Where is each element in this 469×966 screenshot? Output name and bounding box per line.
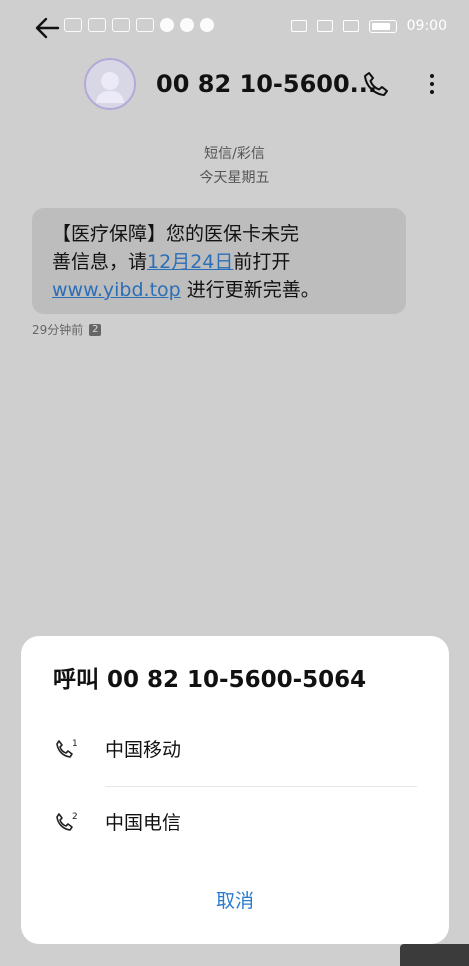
sim-badge: 2: [89, 323, 102, 336]
signal-icon: [88, 18, 106, 32]
url-link[interactable]: www.yibd.top: [52, 279, 181, 301]
sim-option-label: 中国电信: [105, 812, 182, 834]
sim-option-2[interactable]: 2 中国电信: [21, 786, 449, 856]
sim-number: 1: [72, 739, 78, 749]
menu-dot: [430, 74, 434, 78]
arrow-left-icon: [35, 17, 60, 39]
channel-label: 短信/彩信: [204, 146, 265, 162]
globe-icon: [200, 18, 214, 32]
message-timestamp: 29分钟前 2: [32, 321, 102, 338]
phone-icon: [364, 72, 388, 96]
call-dialog: 呼叫 00 82 10-5600-5064 1 中国移动 2 中国电信 取消: [21, 636, 449, 944]
conversation-title: 00 82 10-5600...: [156, 70, 378, 98]
status-bar: 09:00: [0, 0, 469, 56]
message-line-2-prefix: 善信息，请: [52, 251, 148, 273]
status-time: 09:00: [406, 18, 447, 34]
back-button[interactable]: [32, 12, 64, 44]
phone-sim1-icon: 1: [56, 739, 78, 758]
message-line-3-suffix: 进行更新完善。: [180, 279, 320, 301]
sim-number: 2: [72, 812, 78, 822]
message-text: 【医疗保障】您的医保卡未完 善信息，请12月24日前打开 www.yibd.to…: [52, 220, 386, 304]
hd-icon: [64, 18, 82, 32]
sim-option-1[interactable]: 1 中国移动: [21, 713, 449, 783]
message-bubble[interactable]: 【医疗保障】您的医保卡未完 善信息，请12月24日前打开 www.yibd.to…: [32, 208, 406, 314]
battery-icon: [368, 19, 397, 33]
avatar[interactable]: [84, 58, 136, 110]
app-notification-icon: [180, 18, 194, 32]
status-icons-left: [64, 18, 214, 32]
status-icons-right: 09:00: [290, 18, 447, 34]
message-line-1: 【医疗保障】您的医保卡未完: [52, 223, 300, 245]
signal-icon: [112, 18, 130, 32]
nfc-icon: [316, 20, 333, 32]
day-label: 今天星期五: [199, 170, 270, 186]
notification-icon: [160, 18, 174, 32]
avatar-head: [101, 72, 119, 90]
avatar-body: [96, 91, 124, 103]
menu-dot: [430, 82, 434, 86]
dialog-title: 呼叫 00 82 10-5600-5064: [53, 667, 367, 693]
bluetooth-icon: [342, 20, 359, 32]
menu-dot: [430, 90, 434, 94]
call-button[interactable]: [362, 70, 390, 98]
message-line-2-suffix: 前打开: [233, 251, 291, 273]
sim-option-label: 中国移动: [105, 739, 182, 761]
more-menu-button[interactable]: [428, 70, 436, 98]
date-link[interactable]: 12月24日: [147, 251, 233, 273]
phone-sim2-icon: 2: [56, 812, 78, 831]
eye-icon: [290, 20, 307, 32]
floating-button[interactable]: [400, 944, 469, 966]
timestamp-text: 29分钟前: [32, 323, 84, 337]
cancel-button[interactable]: 取消: [21, 886, 449, 913]
wifi-icon: [136, 18, 154, 32]
